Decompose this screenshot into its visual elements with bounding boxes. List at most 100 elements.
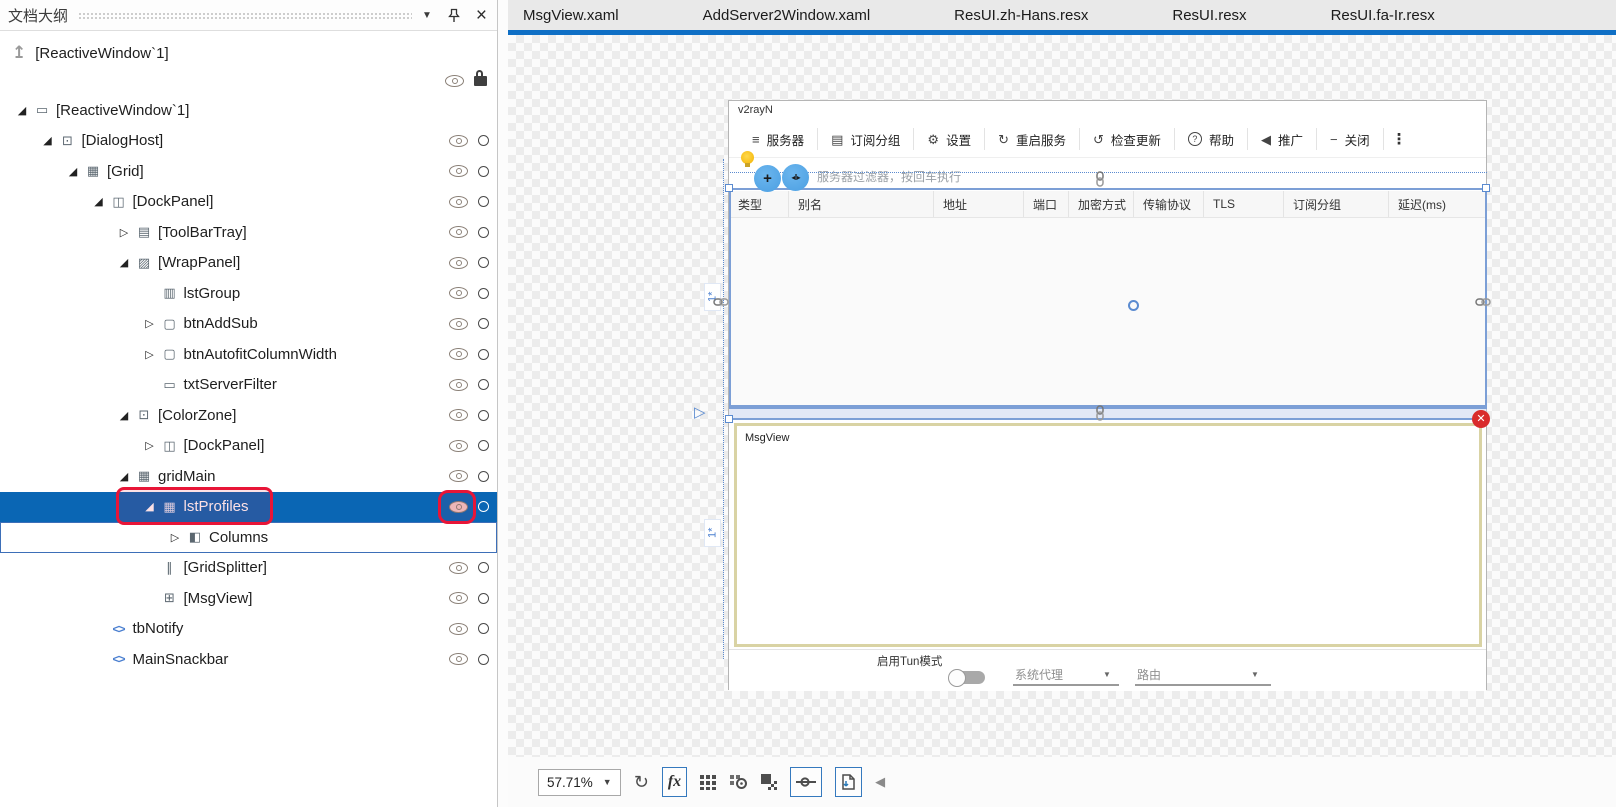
visibility-eye-icon[interactable] (449, 379, 468, 391)
disable-project-code-button[interactable] (835, 767, 862, 797)
msgview-region[interactable]: MsgView (734, 423, 1482, 647)
tree-item-dialoghost[interactable]: ◢⊡[DialogHost] (0, 126, 497, 157)
resize-handle-top-right[interactable] (1482, 184, 1490, 192)
expander-collapsed-icon[interactable]: ▷ (165, 531, 185, 544)
lock-circle-icon[interactable] (478, 440, 489, 451)
snap-grid-settings-button[interactable] (730, 769, 748, 795)
column-header-[interactable]: 订阅分组 (1284, 191, 1389, 217)
lock-circle-icon[interactable] (478, 166, 489, 177)
expander-collapsed-icon[interactable]: ▷ (140, 439, 160, 452)
lock-circle-icon[interactable] (478, 227, 489, 238)
delete-row-icon[interactable]: ✕ (1472, 410, 1490, 428)
lock-circle-icon[interactable] (478, 654, 489, 665)
drag-handle-texture[interactable] (78, 12, 412, 21)
row-lock-link-icon[interactable] (713, 294, 729, 310)
tree-item-gridsplitter[interactable]: ∥[GridSplitter] (0, 553, 497, 584)
tree-item-gridmain[interactable]: ◢▦gridMain (0, 461, 497, 492)
settings-button[interactable]: ⚙设置 (914, 128, 985, 150)
promotion-button[interactable]: ◀推广 (1248, 128, 1317, 150)
tree-item-btnautofitcolumnwidth[interactable]: ▷▢btnAutofitColumnWidth (0, 339, 497, 370)
visibility-eye-icon[interactable] (449, 623, 468, 635)
expander-expanded-icon[interactable]: ◢ (63, 165, 83, 178)
lock-circle-icon[interactable] (478, 288, 489, 299)
lock-circle-icon[interactable] (478, 501, 489, 512)
effects-toggle-button[interactable]: fx (662, 767, 687, 797)
routing-select[interactable]: 路由 (1137, 666, 1161, 683)
servers-button[interactable]: ≡服务器 (739, 128, 818, 150)
xaml-design-surface[interactable]: v2rayN ≡服务器▤订阅分组⚙设置↻重启服务↺检查更新?帮助◀推广−关闭⋮ … (508, 35, 1616, 807)
expander-collapsed-icon[interactable]: ▷ (140, 317, 160, 330)
row-lock-link-icon[interactable] (1092, 405, 1108, 421)
lock-circle-icon[interactable] (478, 593, 489, 604)
collapse-panel-icon[interactable]: ◀ (875, 769, 885, 795)
tree-item-grid[interactable]: ◢▦[Grid] (0, 156, 497, 187)
sub-group-button[interactable]: ▤订阅分组 (818, 128, 914, 150)
visibility-eye-icon[interactable] (449, 196, 468, 208)
expander-collapsed-icon[interactable]: ▷ (114, 226, 134, 239)
lock-circle-icon[interactable] (478, 257, 489, 268)
show-grid-button[interactable] (700, 769, 717, 795)
system-proxy-select[interactable]: 系统代理 (1015, 666, 1063, 683)
visibility-eye-icon[interactable] (449, 348, 468, 360)
tree-item-dockpanel[interactable]: ▷◫[DockPanel] (0, 431, 497, 462)
tree-item-mainsnackbar[interactable]: <>MainSnackbar (0, 644, 497, 675)
pin-icon[interactable] (447, 8, 461, 23)
expander-expanded-icon[interactable]: ◢ (114, 409, 134, 422)
tree-item-colorzone[interactable]: ◢⊡[ColorZone] (0, 400, 497, 431)
expander-collapsed-icon[interactable]: ▷ (140, 348, 160, 361)
preview-window-v2rayn[interactable]: v2rayN ≡服务器▤订阅分组⚙设置↻重启服务↺检查更新?帮助◀推广−关闭⋮ … (728, 100, 1487, 690)
tree-item-dockpanel[interactable]: ◢◫[DockPanel] (0, 187, 497, 218)
column-header-[interactable]: 类型 (729, 191, 789, 217)
chevron-down-icon[interactable]: ▼ (422, 10, 432, 21)
profiles-datagrid[interactable]: 类型别名地址端口加密方式传输协议TLS订阅分组延迟(ms) (729, 191, 1486, 409)
column-header-ms[interactable]: 延迟(ms) (1389, 191, 1486, 217)
scope-up-icon[interactable]: ↥ (12, 43, 26, 63)
lock-circle-icon[interactable] (478, 623, 489, 634)
refresh-designer-button[interactable]: ↻ (634, 769, 649, 795)
visibility-eye-icon[interactable] (449, 165, 468, 177)
visibility-eye-icon[interactable] (449, 135, 468, 147)
row-lock-link-icon[interactable] (1092, 171, 1108, 187)
expander-expanded-icon[interactable]: ◢ (38, 134, 58, 147)
routing-caret-icon[interactable]: ▼ (1251, 670, 1259, 679)
tun-mode-toggle[interactable] (951, 671, 985, 684)
tab-addserver2window-xaml[interactable]: AddServer2Window.xaml (703, 7, 871, 24)
tree-item-msgview[interactable]: ⊞[MsgView] (0, 583, 497, 614)
lock-circle-icon[interactable] (478, 379, 489, 390)
visibility-eye-icon[interactable] (449, 287, 468, 299)
expander-expanded-icon[interactable]: ◢ (12, 104, 32, 117)
system-proxy-caret-icon[interactable]: ▼ (1103, 670, 1111, 679)
column-header-[interactable]: 地址 (934, 191, 1024, 217)
tab-resui-fa-ir-resx[interactable]: ResUI.fa-Ir.resx (1331, 7, 1435, 24)
column-header-[interactable]: 别名 (789, 191, 934, 217)
column-header-[interactable]: 端口 (1024, 191, 1069, 217)
autofit-column-width-button[interactable]: ◂‖▸ (782, 164, 809, 191)
tree-item-wrappanel[interactable]: ◢▨[WrapPanel] (0, 248, 497, 279)
snapping-toggle-button[interactable] (761, 769, 777, 795)
expander-expanded-icon[interactable]: ◢ (89, 195, 109, 208)
column-header-tls[interactable]: TLS (1204, 191, 1284, 217)
lock-circle-icon[interactable] (478, 196, 489, 207)
visibility-eye-icon[interactable] (449, 226, 468, 238)
tree-item-tbnotify[interactable]: <>tbNotify (0, 614, 497, 645)
visibility-eye-icon[interactable] (449, 653, 468, 665)
visibility-eye-icon[interactable] (449, 592, 468, 604)
lock-circle-icon[interactable] (478, 562, 489, 573)
visibility-eye-icon[interactable] (449, 257, 468, 269)
resize-handle-top-left[interactable] (725, 184, 733, 192)
expander-expanded-icon[interactable]: ◢ (114, 470, 134, 483)
help-button[interactable]: ?帮助 (1175, 128, 1248, 150)
tab-msgview-xaml[interactable]: MsgView.xaml (523, 7, 619, 24)
visibility-eye-icon[interactable] (449, 318, 468, 330)
outline-root-scope[interactable]: ↥ [ReactiveWindow`1] (0, 31, 497, 67)
lock-circle-icon[interactable] (478, 410, 489, 421)
tree-item-lstprofiles[interactable]: ◢▦lstProfiles (0, 492, 497, 523)
toolbar-overflow-icon[interactable]: ⋮ (1384, 130, 1415, 148)
expander-expanded-icon[interactable]: ◢ (114, 256, 134, 269)
tab-resui-resx[interactable]: ResUI.resx (1172, 7, 1246, 24)
tree-item-toolbartray[interactable]: ▷▤[ToolBarTray] (0, 217, 497, 248)
check-update-button[interactable]: ↺检查更新 (1080, 128, 1175, 150)
restart-service-button[interactable]: ↻重启服务 (985, 128, 1080, 150)
lightbulb-suggestion-icon[interactable] (741, 151, 754, 164)
lock-circle-icon[interactable] (478, 349, 489, 360)
